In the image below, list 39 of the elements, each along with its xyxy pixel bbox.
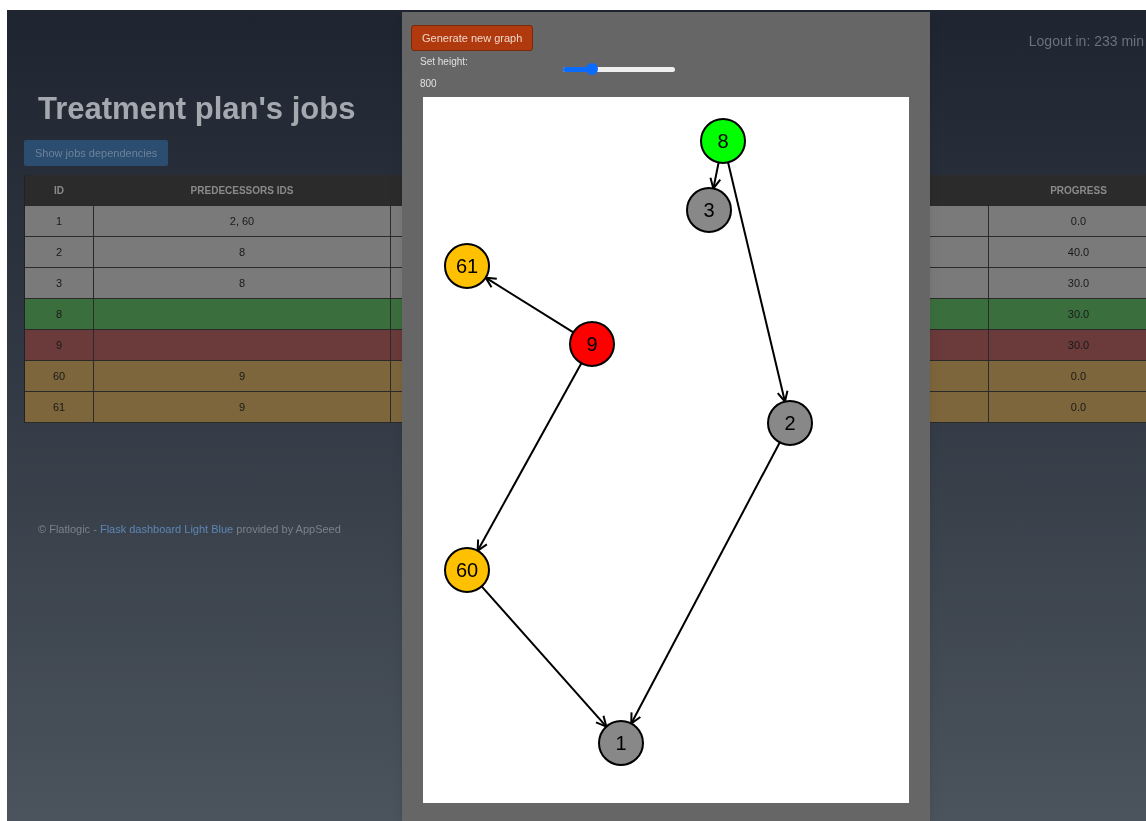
table-cell-text: 0.0 xyxy=(1070,368,1087,384)
graph-node: 61 xyxy=(444,243,490,289)
graph-node: 9 xyxy=(569,321,615,367)
table-cell-text: 2 xyxy=(55,244,63,260)
table-cell-text: 61 xyxy=(52,399,66,415)
column-header: PROGRESS xyxy=(1050,183,1107,198)
height-label: Set height: xyxy=(420,55,468,69)
height-slider[interactable] xyxy=(561,63,676,75)
table-cell-text: 9 xyxy=(55,337,63,353)
table-cell-text: 3 xyxy=(55,275,63,291)
show-dependencies-button[interactable]: Show jobs dependencies xyxy=(24,140,169,166)
column-header: PREDECESSORS IDS xyxy=(190,183,294,198)
table-cell-text: 40.0 xyxy=(1067,244,1090,260)
graph-node: 3 xyxy=(686,187,732,233)
page-title: Treatment plan's jobs xyxy=(38,90,357,128)
table-cell-text: 8 xyxy=(238,275,246,291)
table-cell-text: 9 xyxy=(238,399,246,415)
generate-graph-button[interactable]: Generate new graph xyxy=(411,25,534,51)
column-header: ID xyxy=(54,183,64,198)
table-cell-text: 9 xyxy=(238,368,246,384)
slider-thumb[interactable] xyxy=(586,63,599,75)
table-cell-text: 60 xyxy=(52,368,66,384)
arrow xyxy=(709,161,722,191)
height-value: 800 xyxy=(420,77,438,91)
table-cell-text: 0.0 xyxy=(1070,399,1087,415)
table-cell-text: 1 xyxy=(55,213,63,229)
graph-node: 8 xyxy=(700,118,746,164)
table-cell-text: 8 xyxy=(55,306,63,322)
table-cell-text: 30.0 xyxy=(1067,337,1090,353)
table-cell-text: 2, 60 xyxy=(229,213,255,229)
table-cell-text: 30.0 xyxy=(1067,306,1090,322)
table-cell-text: 30.0 xyxy=(1067,275,1090,291)
table-cell-text: 0.0 xyxy=(1070,213,1087,229)
graph-node: 1 xyxy=(598,720,644,766)
graph-node: 2 xyxy=(767,400,813,446)
logout-timer: Logout in: 233 min xyxy=(1028,32,1144,51)
table-cell-text: 8 xyxy=(238,244,246,260)
graph-node: 60 xyxy=(444,547,490,593)
footer-link[interactable]: Flask dashboard Light Blue xyxy=(99,523,234,535)
